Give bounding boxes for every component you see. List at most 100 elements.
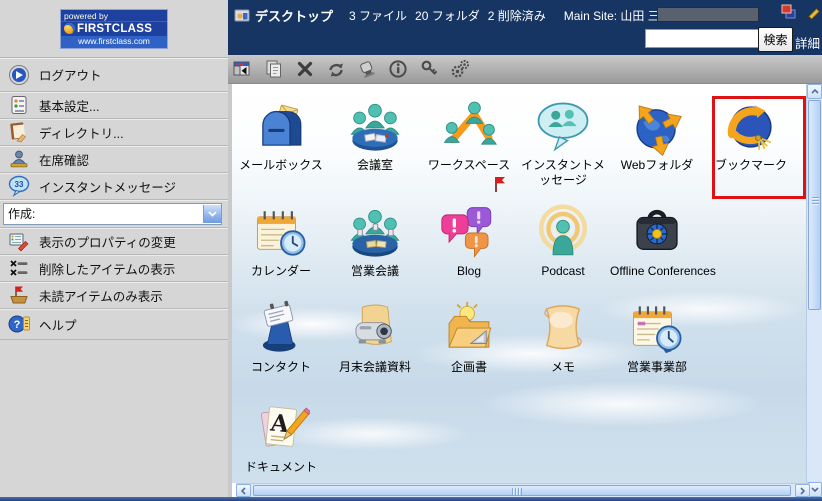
- desktop-item-label: インスタントメッセージ: [516, 158, 610, 188]
- logout-icon: [8, 64, 30, 86]
- horizontal-scrollbar[interactable]: [236, 483, 810, 497]
- logo-area: powered by FIRSTCLASS www.firstclass.com: [0, 0, 228, 58]
- desktop-item-label: 営業事業部: [627, 360, 687, 375]
- workspace-icon: [440, 98, 498, 156]
- svg-text:?: ?: [14, 319, 21, 331]
- desktop-item-calendar[interactable]: カレンダー: [234, 200, 328, 296]
- sidebar-item-show-deleted[interactable]: 削除したアイテムの表示: [0, 255, 228, 282]
- view-properties-icon: [8, 230, 30, 252]
- advanced-search-link[interactable]: 詳細: [795, 33, 820, 52]
- desktop-canvas[interactable]: メールボックス 会議室 ワークスペース: [232, 84, 806, 483]
- presentation-icon: [346, 300, 404, 358]
- brand-row: FIRSTCLASS: [61, 22, 167, 36]
- svg-text:33: 33: [15, 180, 24, 189]
- sidebar-item-directory[interactable]: ディレクトリ...: [0, 119, 228, 146]
- desktop-item-label: メールボックス: [239, 158, 323, 173]
- brand-url: www.firstclass.com: [61, 36, 167, 48]
- vertical-scrollbar[interactable]: [806, 84, 822, 497]
- window-bottom-frame: [0, 497, 822, 501]
- desktop-item-bookmark[interactable]: ブックマーク: [704, 94, 798, 200]
- pen-icon[interactable]: [805, 4, 822, 22]
- vertical-scroll-thumb[interactable]: [808, 100, 821, 310]
- info-icon[interactable]: [386, 57, 410, 81]
- settings-gear-icon[interactable]: [448, 57, 472, 81]
- sales-division-icon: [628, 300, 686, 358]
- sales-meeting-icon: [346, 204, 404, 262]
- desktop-item-mailbox[interactable]: メールボックス: [234, 94, 328, 200]
- firstclass-logo[interactable]: powered by FIRSTCLASS www.firstclass.com: [60, 9, 168, 49]
- desktop-item-blog[interactable]: Blog: [422, 200, 516, 296]
- memo-icon: [534, 300, 592, 358]
- horizontal-scroll-thumb[interactable]: [253, 485, 791, 496]
- header-bar: デスクトップ 3 ファイル20 フォルダ2 削除済み Main Site: 山田…: [228, 0, 822, 55]
- desktop-item-documents[interactable]: A ドキュメント: [234, 396, 328, 476]
- proposal-icon: [440, 300, 498, 358]
- desktop-item-offline-conferences[interactable]: Offline Conferences: [610, 200, 704, 296]
- site-user-label: Main Site: 山田 三郎: [564, 7, 672, 24]
- desktop-item-label: カレンダー: [251, 264, 311, 279]
- desktop-item-sales-meeting[interactable]: 営業会議: [328, 200, 422, 296]
- search-input[interactable]: [645, 29, 761, 48]
- approve-icon[interactable]: [355, 57, 379, 81]
- desktop-item-label: コンタクト: [251, 360, 311, 375]
- desktop-item-podcast[interactable]: Podcast: [516, 200, 610, 296]
- sidebar-item-help[interactable]: ? ヘルプ: [0, 309, 228, 340]
- sidebar-item-instant-message[interactable]: 33 インスタントメッセージ: [0, 173, 228, 200]
- desktop-item-label: ドキュメント: [245, 460, 317, 475]
- layers-icon[interactable]: [781, 4, 799, 22]
- brand-name: FIRSTCLASS: [77, 23, 152, 35]
- desktop-item-label: Offline Conferences: [610, 264, 704, 279]
- chevron-down-icon[interactable]: [203, 205, 221, 223]
- scroll-up-button[interactable]: [807, 84, 822, 99]
- deleted-count: 2 削除済み: [488, 9, 546, 23]
- desktop-item-conference-room[interactable]: 会議室: [328, 94, 422, 200]
- bookmark-icon: [722, 98, 780, 156]
- desktop-item-memo[interactable]: メモ: [516, 296, 610, 396]
- calendar-icon: [252, 204, 310, 262]
- sidebar-item-view-properties[interactable]: 表示のプロパティの変更: [0, 228, 228, 255]
- sidebar-item-presence[interactable]: 在席確認: [0, 146, 228, 173]
- mailbox-icon: [252, 98, 310, 156]
- desktop-item-label: ワークスペース: [428, 158, 510, 173]
- desktop-item-proposal[interactable]: 企画書: [422, 296, 516, 396]
- sidebar-item-label: 未読アイテムのみ表示: [39, 286, 163, 305]
- desktop-item-instant-message[interactable]: インスタントメッセージ: [516, 94, 610, 200]
- search-button[interactable]: 検索: [758, 27, 793, 52]
- connection-status-field: [657, 7, 759, 22]
- web-folder-icon: [628, 98, 686, 156]
- toggle-pane-icon[interactable]: [231, 57, 255, 81]
- sidebar-item-label: 表示のプロパティの変更: [39, 232, 176, 251]
- sidebar-item-label: ヘルプ: [39, 315, 77, 334]
- desktop-item-web-folder[interactable]: Webフォルダ: [610, 94, 704, 200]
- sidebar: powered by FIRSTCLASS www.firstclass.com…: [0, 0, 228, 497]
- unread-only-icon: [8, 284, 30, 306]
- desktop-item-label: 月末会議資料: [339, 360, 411, 375]
- copy-icon[interactable]: [262, 57, 286, 81]
- podcast-icon: [534, 204, 592, 262]
- desktop-item-monthly-materials[interactable]: 月末会議資料: [328, 296, 422, 396]
- desktop-item-contacts[interactable]: コンタクト: [234, 296, 328, 396]
- desktop-item-sales-division[interactable]: 営業事業部: [610, 296, 704, 396]
- sidebar-item-label: 削除したアイテムの表示: [39, 259, 175, 278]
- sidebar-item-label: 在席確認: [39, 150, 89, 169]
- conference-room-icon: [346, 98, 404, 156]
- scroll-right-button[interactable]: [795, 484, 810, 497]
- header-title-row: デスクトップ 3 ファイル20 フォルダ2 削除済み Main Site: 山田…: [234, 6, 672, 25]
- page-title: デスクトップ: [255, 6, 333, 25]
- sidebar-item-label: ディレクトリ...: [39, 123, 124, 142]
- sidebar-item-preferences[interactable]: 基本設定...: [0, 92, 228, 119]
- sidebar-item-unread-only[interactable]: 未読アイテムのみ表示: [0, 282, 228, 309]
- icon-grid: メールボックス 会議室 ワークスペース: [234, 94, 798, 476]
- permissions-key-icon[interactable]: [417, 57, 441, 81]
- blog-icon: [440, 204, 498, 262]
- refresh-icon[interactable]: [324, 57, 348, 81]
- scroll-left-button[interactable]: [236, 484, 251, 497]
- sidebar-item-logout[interactable]: ログアウト: [0, 58, 228, 92]
- delete-icon[interactable]: [293, 57, 317, 81]
- offline-conferences-icon: [628, 204, 686, 262]
- create-dropdown-value: 作成:: [4, 205, 35, 222]
- unread-flag-icon: [494, 176, 506, 193]
- create-dropdown[interactable]: 作成:: [3, 203, 222, 225]
- desktop-item-label: Podcast: [541, 264, 584, 279]
- deleted-items-icon: [8, 257, 30, 279]
